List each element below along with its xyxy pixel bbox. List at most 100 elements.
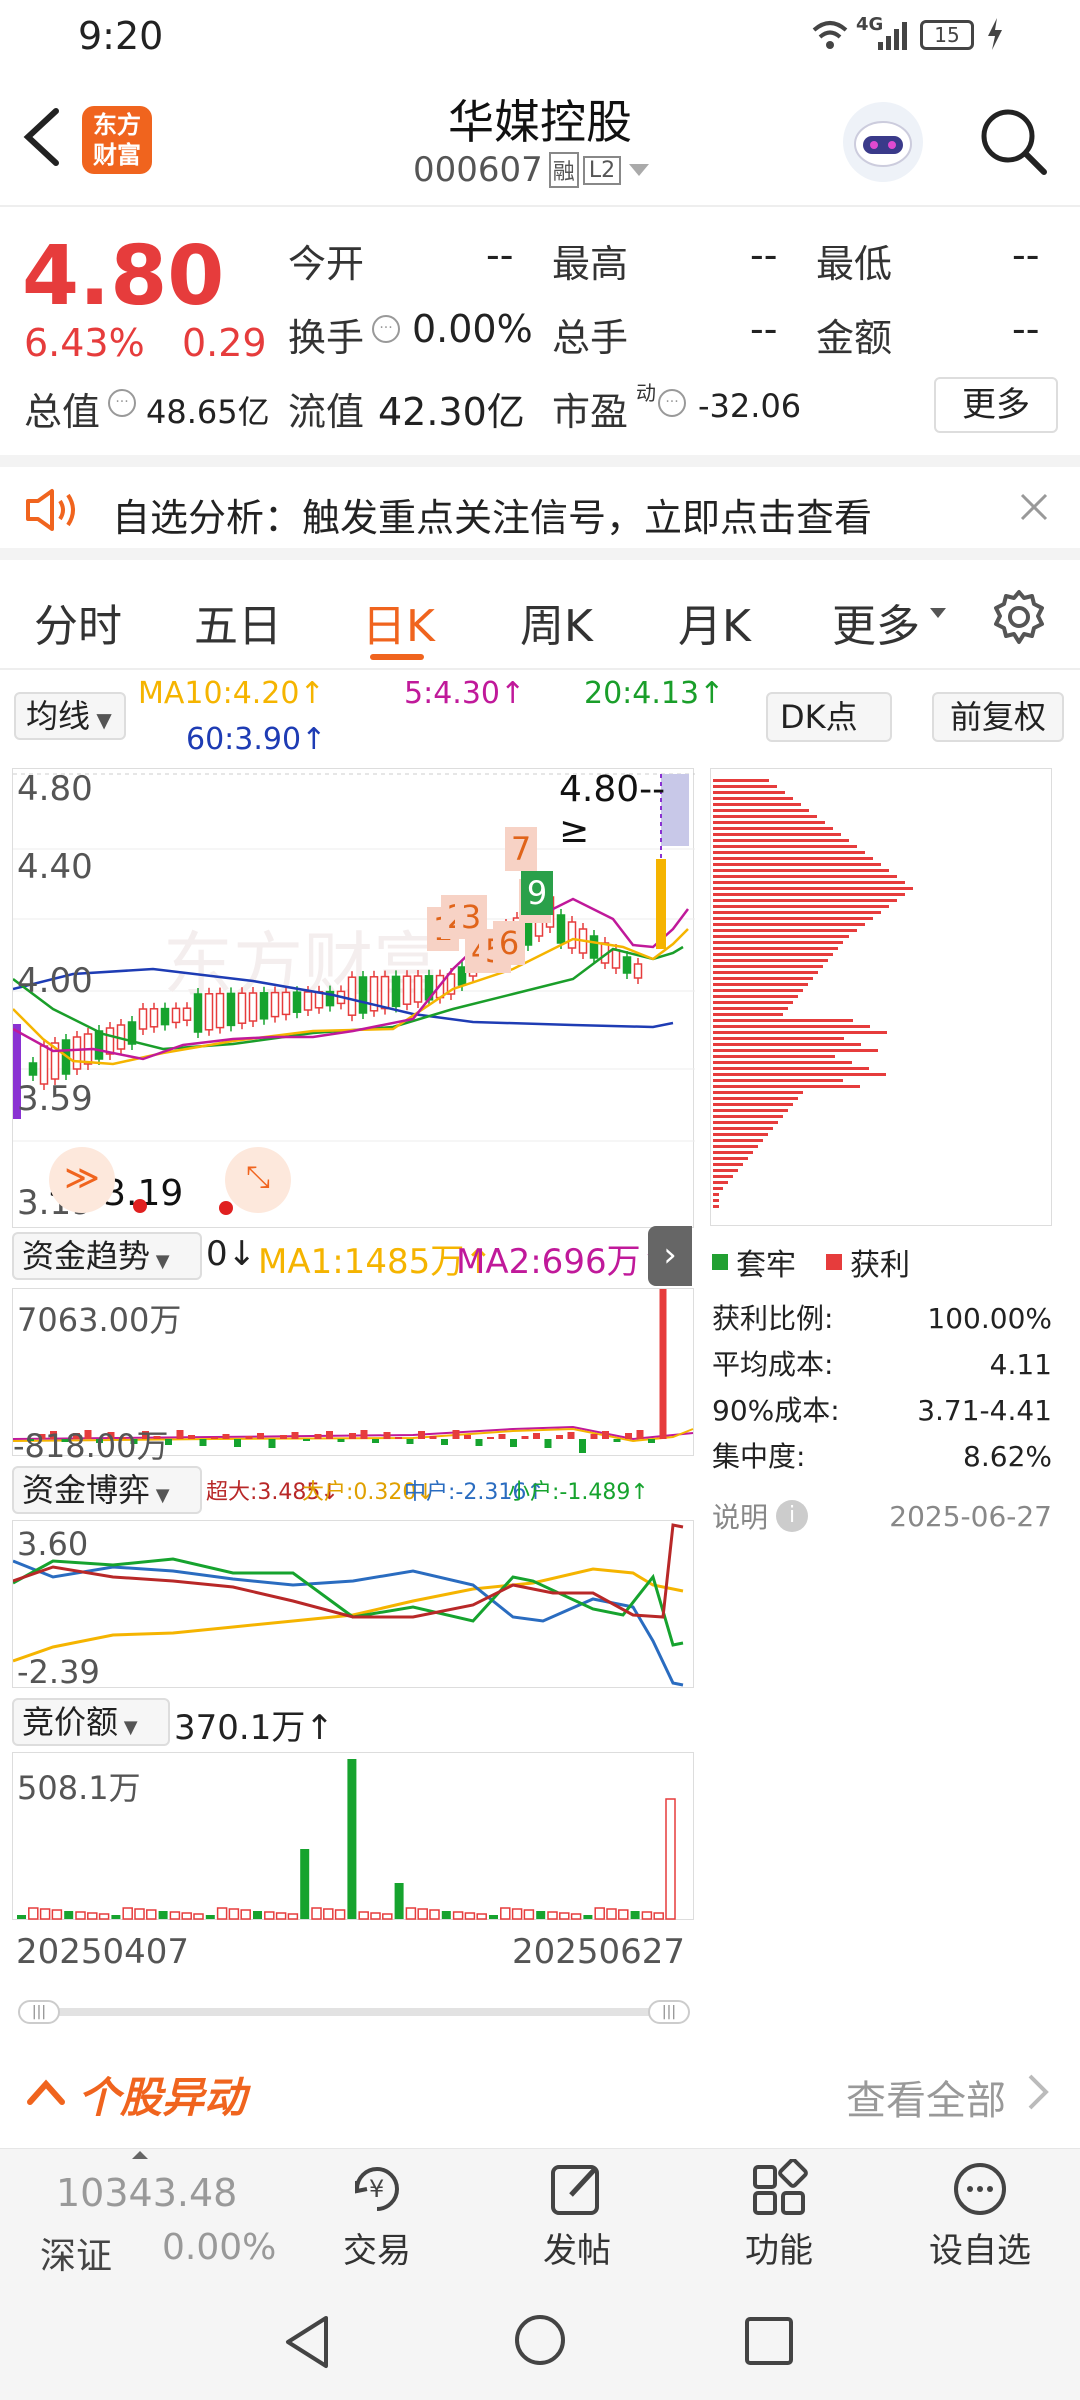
chip-legend: 套牢 获利	[712, 1240, 910, 1284]
signal-chip-9[interactable]: 9	[521, 871, 553, 915]
analysis-banner[interactable]: 自选分析：触发重点关注信号，立即点击查看	[0, 455, 1080, 560]
collapse-left-button[interactable]: ≫	[49, 1147, 115, 1213]
signal-chip-7[interactable]: 7	[505, 827, 537, 871]
fund-game-chart[interactable]: 3.60 -2.39	[12, 1520, 694, 1691]
range-handle-left[interactable]: |||	[18, 2000, 60, 2024]
low-label: 最低	[816, 242, 893, 286]
auction-bar	[39, 1908, 51, 1920]
candle-body	[391, 975, 401, 1008]
volume-label: 总手	[552, 316, 629, 360]
auction-bar	[441, 1911, 451, 1919]
chip-bar	[713, 1049, 878, 1052]
fund-trend-chart[interactable]: 7063.00万 -818.00万	[12, 1288, 694, 1465]
chip-distribution-chart[interactable]	[710, 768, 1052, 1226]
chip-bar	[713, 1097, 798, 1100]
auction-bar	[618, 1909, 629, 1920]
pe-info-icon[interactable]: ···	[658, 389, 686, 417]
auction-bar	[205, 1915, 215, 1919]
auction-label: 竞价额	[22, 1703, 119, 1741]
tab-five-day[interactable]: 五日	[194, 590, 282, 654]
chip-bar	[713, 839, 849, 842]
ma-selector[interactable]: 均线 ▼	[14, 692, 126, 740]
chip-note-row[interactable]: 说明 i 2025-06-27	[712, 1496, 1052, 1536]
stock-code-row[interactable]: 000607 融 L2	[413, 150, 650, 190]
chip-bar	[713, 845, 857, 848]
nav-post[interactable]: 发帖	[532, 2159, 622, 2272]
more-circle-icon	[954, 2163, 1006, 2215]
chip-bar	[713, 785, 777, 788]
nav-post-label: 发帖	[543, 2231, 611, 2271]
profit-legend-swatch	[826, 1254, 842, 1270]
more-button[interactable]: 更多	[934, 377, 1058, 433]
nav-trade[interactable]: ¥ 交易	[332, 2159, 422, 2272]
k-line-chart[interactable]: 东方财富 4.80 4.40 4.00 3.59 3.19 4.80--≥ <-…	[12, 768, 695, 1228]
range-slider[interactable]: ||| |||	[18, 2000, 690, 2024]
chip-bar	[713, 1169, 738, 1172]
close-icon[interactable]	[1018, 491, 1050, 527]
auction-bar	[630, 1911, 640, 1919]
candle-body	[589, 935, 599, 959]
status-time: 9:20	[78, 14, 164, 58]
auction-bar	[665, 1798, 676, 1920]
robot-assistant-icon[interactable]	[843, 102, 923, 182]
auction-chart[interactable]: 508.1万	[12, 1752, 694, 1920]
settings-gear-icon[interactable]	[990, 588, 1048, 650]
system-recents-icon[interactable]	[744, 2316, 794, 2370]
status-bar: 9:20 4G 15	[0, 0, 1080, 72]
candle-body	[347, 976, 357, 1016]
chip-bar	[713, 959, 828, 962]
chip-bar	[713, 821, 825, 824]
search-icon[interactable]	[978, 106, 1050, 182]
total-cap-value: 48.65亿	[146, 393, 270, 431]
chip-bar	[713, 989, 803, 992]
system-back-icon[interactable]	[282, 2314, 332, 2374]
profit-ratio-label: 获利比例:	[712, 1302, 834, 1335]
candle-body	[138, 1008, 148, 1030]
fund-game-selector[interactable]: 资金博弈 ▼	[12, 1466, 202, 1514]
chip-bar	[713, 1139, 763, 1142]
chip-bar	[713, 899, 897, 902]
total-cap-info-icon[interactable]: ···	[108, 389, 136, 417]
amount-label: 金额	[816, 316, 893, 360]
expand-arrow-button[interactable]: ›	[648, 1226, 692, 1286]
profit-ratio-row: 获利比例: 100.00%	[712, 1296, 1052, 1342]
chip-bar	[713, 1121, 778, 1124]
fund-bar	[372, 1439, 379, 1443]
fund-bar	[222, 1434, 230, 1439]
tab-more[interactable]: 更多	[832, 590, 920, 654]
nav-add-watchlist[interactable]: 设自选	[920, 2159, 1040, 2272]
tab-month-k[interactable]: 月K	[678, 590, 751, 654]
candle-body	[28, 1062, 38, 1076]
tab-week-k[interactable]: 周K	[520, 590, 593, 654]
stock-movement-section[interactable]: 个股异动 查看全部	[0, 2052, 1080, 2132]
fund-trend-selector[interactable]: 资金趋势 ▼	[12, 1232, 202, 1280]
expand-button[interactable]: ⤡	[225, 1147, 291, 1213]
pe-value: -32.06	[698, 387, 802, 425]
view-all-link[interactable]: 查看全部	[846, 2068, 1006, 2126]
nav-function[interactable]: 功能	[734, 2158, 824, 2272]
signal-chip-6[interactable]: 6	[493, 921, 525, 965]
low-value: --	[1012, 233, 1040, 277]
index-up-caret	[132, 2151, 148, 2159]
float-cap-label: 流值	[288, 390, 365, 434]
dk-point-button[interactable]: DK点	[766, 692, 892, 742]
auction-bar	[228, 1908, 240, 1920]
fund-bar	[280, 1435, 287, 1439]
tab-day-k[interactable]: 日K	[362, 590, 435, 654]
auction-bar	[122, 1907, 133, 1920]
chip-bar	[713, 1103, 793, 1106]
tab-timeshare[interactable]: 分时	[34, 590, 122, 654]
fund-bar	[464, 1435, 471, 1439]
chip-bar	[713, 1127, 773, 1130]
auction-bar	[134, 1908, 145, 1920]
system-home-icon[interactable]	[512, 2312, 568, 2372]
chip-bar	[713, 1109, 788, 1112]
concentration-label: 集中度:	[712, 1440, 806, 1473]
fund-bar	[291, 1432, 299, 1439]
auction-bar	[264, 1911, 275, 1920]
auction-selector[interactable]: 竞价额 ▼	[12, 1698, 170, 1746]
auction-bar	[287, 1913, 299, 1920]
adjust-button[interactable]: 前复权	[932, 692, 1064, 742]
range-handle-right[interactable]: |||	[648, 2000, 690, 2024]
turnover-info-icon[interactable]: ···	[372, 315, 400, 343]
